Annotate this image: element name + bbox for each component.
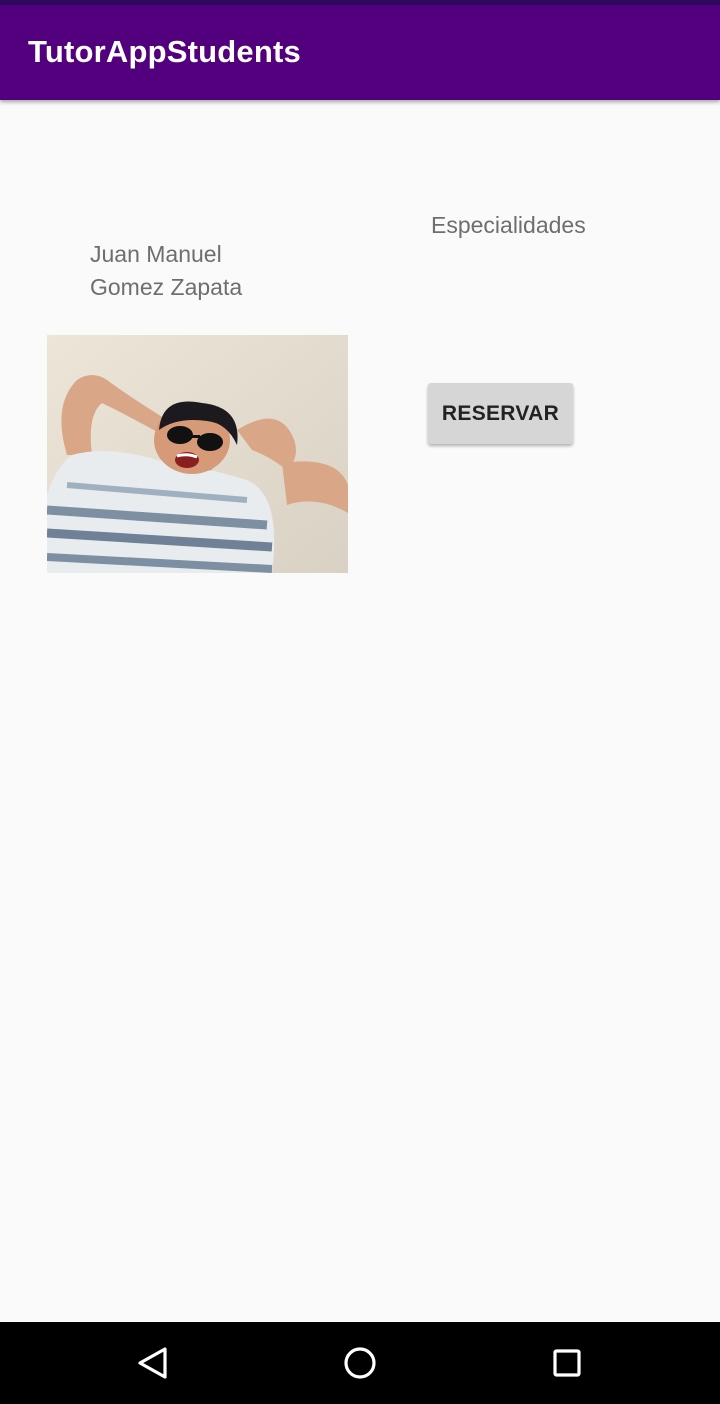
tutor-first-name: Juan Manuel — [90, 241, 222, 267]
back-button[interactable] — [94, 1322, 214, 1404]
person-photo-icon — [47, 335, 348, 573]
tutor-detail-content: Juan Manuel Gomez Zapata Especialidades — [0, 100, 720, 1322]
specialties-label: Especialidades — [431, 212, 586, 238]
tutor-name: Juan Manuel Gomez Zapata — [90, 238, 242, 304]
tutor-photo — [47, 335, 348, 573]
system-navigation-bar — [0, 1322, 720, 1404]
recents-square-icon — [553, 1349, 581, 1377]
tutor-last-name: Gomez Zapata — [90, 274, 243, 300]
home-circle-icon — [344, 1347, 376, 1379]
home-button[interactable] — [300, 1322, 420, 1404]
back-triangle-icon — [138, 1347, 167, 1379]
app-bar: TutorAppStudents — [0, 5, 720, 100]
app-title: TutorAppStudents — [28, 34, 301, 69]
reserve-button[interactable]: RESERVAR — [428, 383, 573, 444]
recents-button[interactable] — [507, 1322, 627, 1404]
